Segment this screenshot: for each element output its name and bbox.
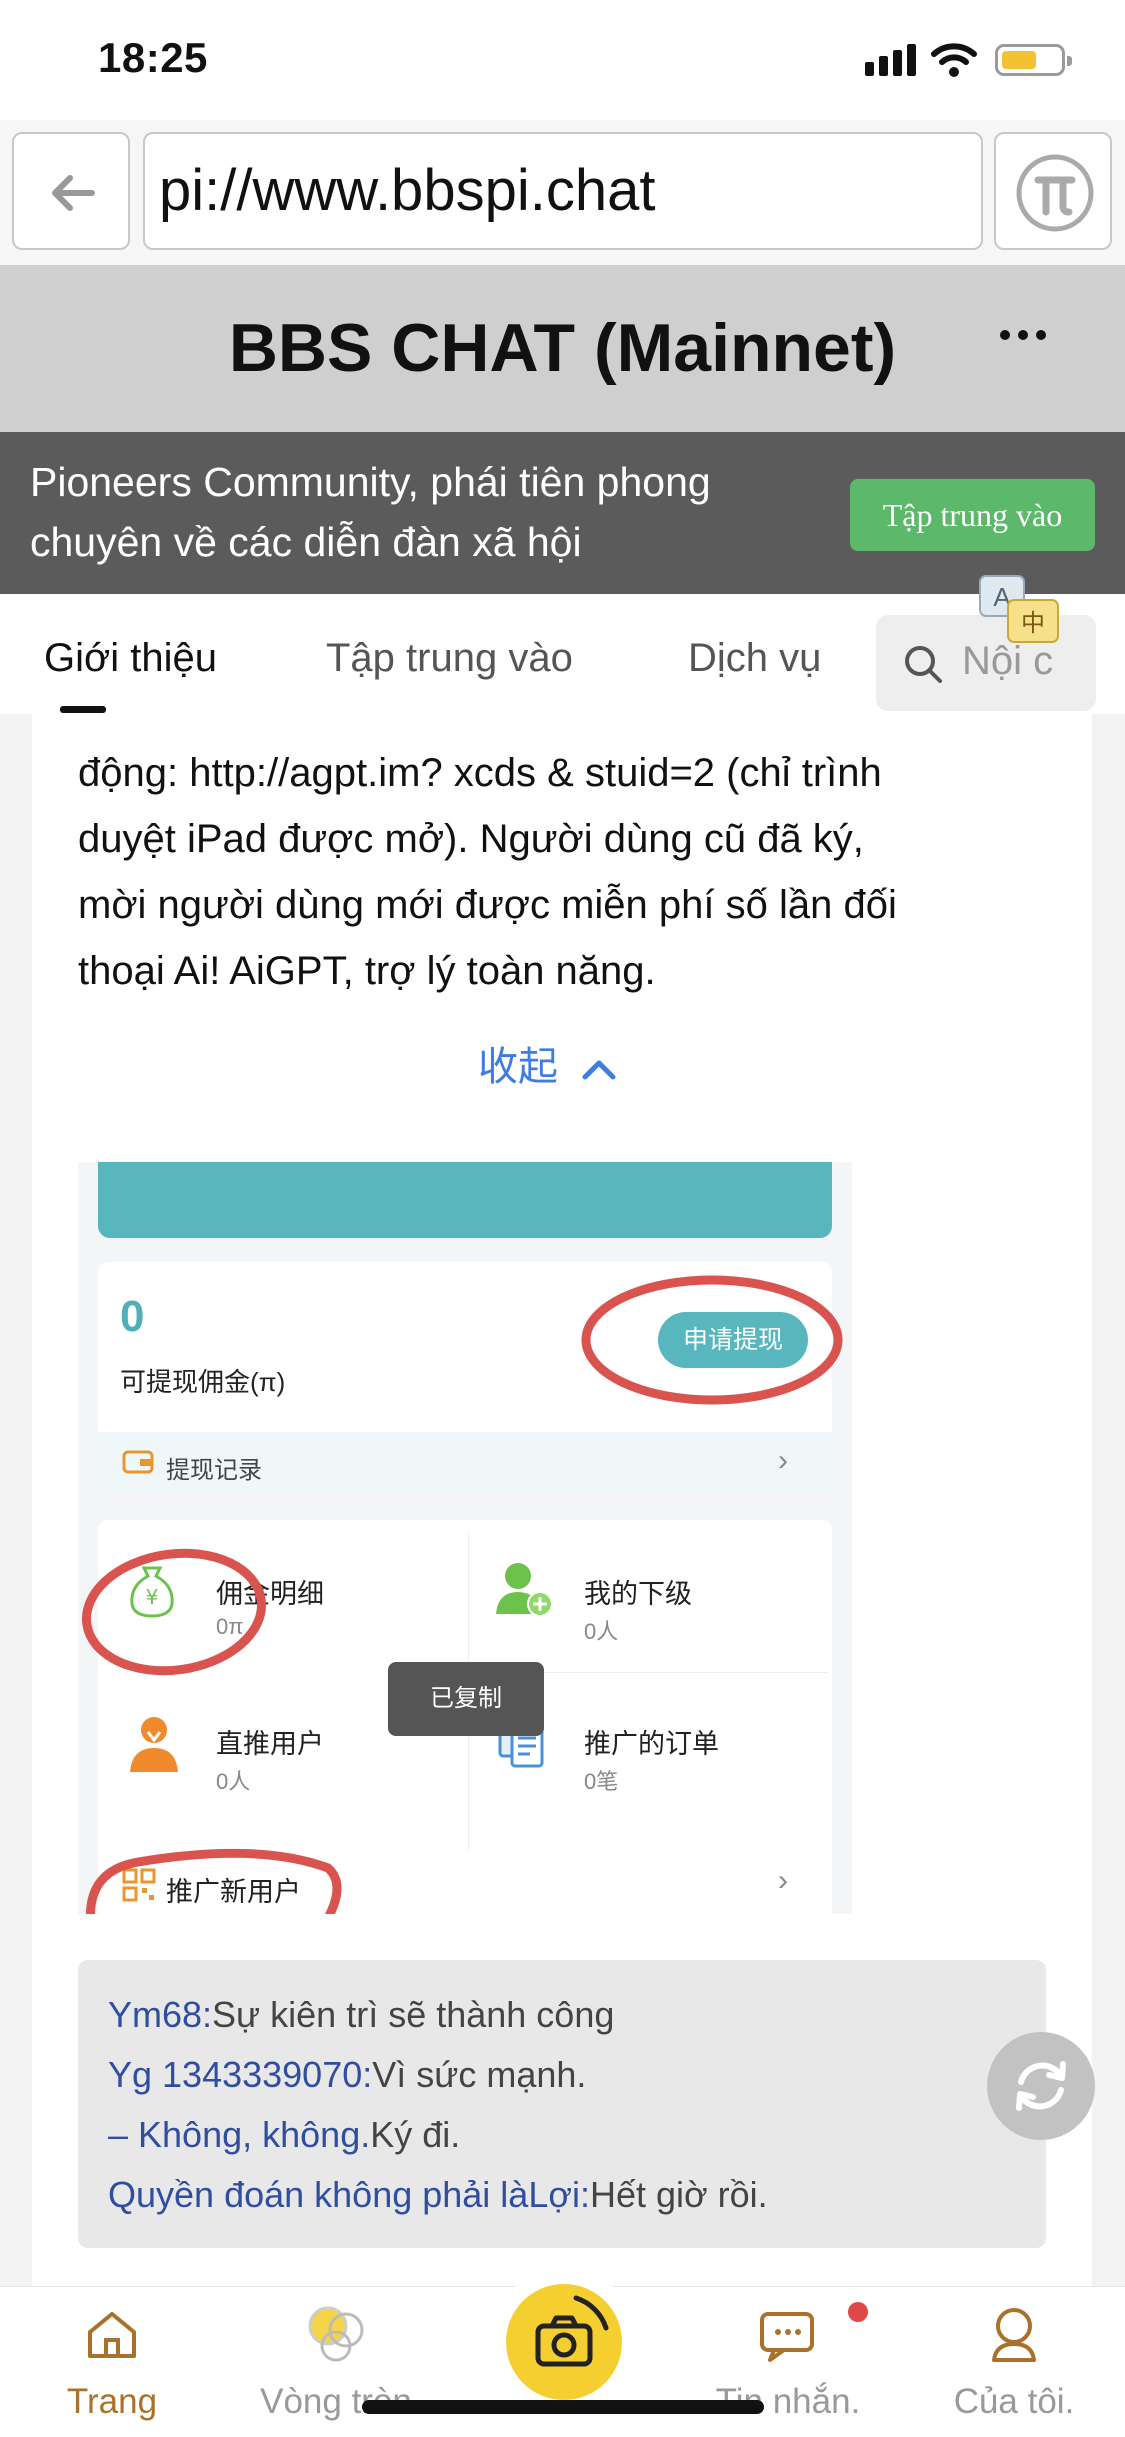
red-circle-annotation (81, 1548, 267, 1676)
post-line: động: http://agpt.im? xcds & stuid=2 (ch… (78, 751, 882, 795)
tab-introduction[interactable]: Giới thiệu (44, 636, 217, 681)
wifi-icon (931, 43, 977, 77)
nav-circles[interactable] (304, 2302, 370, 2369)
embedded-withdrawable-label: 可提现佣金(π) (120, 1367, 286, 1397)
red-circle-annotation (581, 1275, 843, 1405)
comment-item[interactable]: Quyền đoán không phải làLợi:Hết giờ rồi. (108, 2174, 768, 2216)
nav-messages[interactable] (758, 2310, 816, 2369)
grid-sub: 0人 (584, 1619, 619, 1644)
comment-item[interactable]: Yg 1343339070:Vì sức mạnh. (108, 2054, 586, 2096)
grid-sub: 0人 (216, 1769, 251, 1794)
comment-text: Vì sức mạnh. (372, 2054, 587, 2095)
post-line: duyệt iPad được mở). Người dùng cũ đã ký… (78, 817, 864, 861)
translate-icon[interactable]: A 中 (978, 574, 1062, 648)
comment-text: Ký đi. (370, 2114, 461, 2155)
svg-text:中: 中 (1021, 609, 1045, 637)
home-indicator (362, 2400, 764, 2414)
refresh-icon (1016, 2061, 1066, 2111)
copied-toast: 已复制 (388, 1662, 544, 1736)
comment-user[interactable]: – Không, không. (108, 2114, 370, 2155)
comment-user[interactable]: Ym68: (108, 1994, 212, 2035)
nav-profile[interactable] (984, 2304, 1044, 2369)
tab-follow[interactable]: Tập trung vào (326, 636, 573, 681)
comment-text: Hết giờ rồi. (589, 2174, 768, 2215)
grid-sub: 0笔 (584, 1769, 619, 1794)
more-options-icon[interactable] (1000, 330, 1046, 340)
wallet-icon (122, 1450, 154, 1474)
tab-services[interactable]: Dịch vụ (688, 636, 821, 681)
message-icon (760, 2312, 814, 2362)
collapse-button[interactable]: 收起 (478, 1034, 619, 1092)
post-line: thoại Ai! AiGPT, trợ lý toàn năng. (78, 949, 656, 993)
chevron-right-icon: › (778, 1864, 788, 1897)
grid-title: 推广的订单 (584, 1729, 719, 1759)
circles-icon (308, 2306, 364, 2362)
pi-button[interactable] (994, 132, 1112, 250)
comment-user[interactable]: Quyền đoán không phải làLợi: (108, 2174, 590, 2215)
profile-icon (992, 2308, 1036, 2362)
chevron-right-icon: › (778, 1444, 788, 1477)
back-button[interactable] (12, 132, 130, 250)
grid-title: 我的下级 (584, 1579, 692, 1609)
camera-icon (535, 2295, 609, 2367)
banner-line-1: Pioneers Community, phái tiên phong (30, 459, 711, 505)
comment-item[interactable]: – Không, không.Ký đi. (108, 2114, 460, 2156)
embedded-header (98, 1162, 832, 1238)
embedded-balance: 0 (120, 1292, 145, 1341)
direct-user-icon (130, 1717, 178, 1772)
refresh-button[interactable] (987, 2032, 1095, 2140)
embedded-screenshot: 0 可提现佣金(π) 申请提现 提现记录 › ¥ 佣金明细 0π 我的下级 0人… (78, 1162, 852, 1914)
follow-button[interactable]: Tập trung vào (850, 479, 1095, 551)
notification-badge (848, 2302, 868, 2322)
comment-user[interactable]: Yg 1343339070: (108, 2054, 372, 2095)
comment-item[interactable]: Ym68:Sự kiên trì sẽ thành công (108, 1994, 614, 2036)
community-description: Pioneers Community, phái tiên phong chuy… (30, 452, 830, 572)
post-body: động: http://agpt.im? xcds & stuid=2 (ch… (78, 740, 1022, 1004)
embedded-record-label: 提现记录 (166, 1457, 262, 1484)
signal-icon (865, 44, 916, 76)
home-icon (88, 2312, 136, 2358)
comment-text: Sự kiên trì sẽ thành công (212, 1994, 615, 2035)
post-line: mời người dùng mới được miễn phí số lần … (78, 883, 897, 927)
search-icon (905, 646, 942, 683)
chevron-up-icon (582, 1060, 616, 1080)
grid-title: 直推用户 (216, 1729, 324, 1759)
nav-profile-label[interactable]: Của tôi. (924, 2382, 1104, 2422)
add-user-icon (496, 1563, 553, 1617)
url-field[interactable]: pi://www.bbspi.chat (143, 132, 983, 250)
status-time: 18:25 (98, 34, 208, 81)
nav-home[interactable] (84, 2306, 140, 2367)
nav-home-label[interactable]: Trang (22, 2382, 202, 2422)
red-circle-annotation (86, 1848, 342, 1914)
page-title: BBS CHAT (Mainnet) (228, 310, 897, 386)
banner-line-2: chuyên về các diễn đàn xã hội (30, 519, 582, 565)
active-tab-indicator (60, 706, 106, 713)
camera-button-inner[interactable] (506, 2284, 622, 2400)
pi-logo-icon (1016, 154, 1094, 232)
arrow-left-icon (52, 175, 95, 211)
battery-icon (995, 44, 1072, 76)
collapse-label: 收起 (478, 1045, 558, 1089)
